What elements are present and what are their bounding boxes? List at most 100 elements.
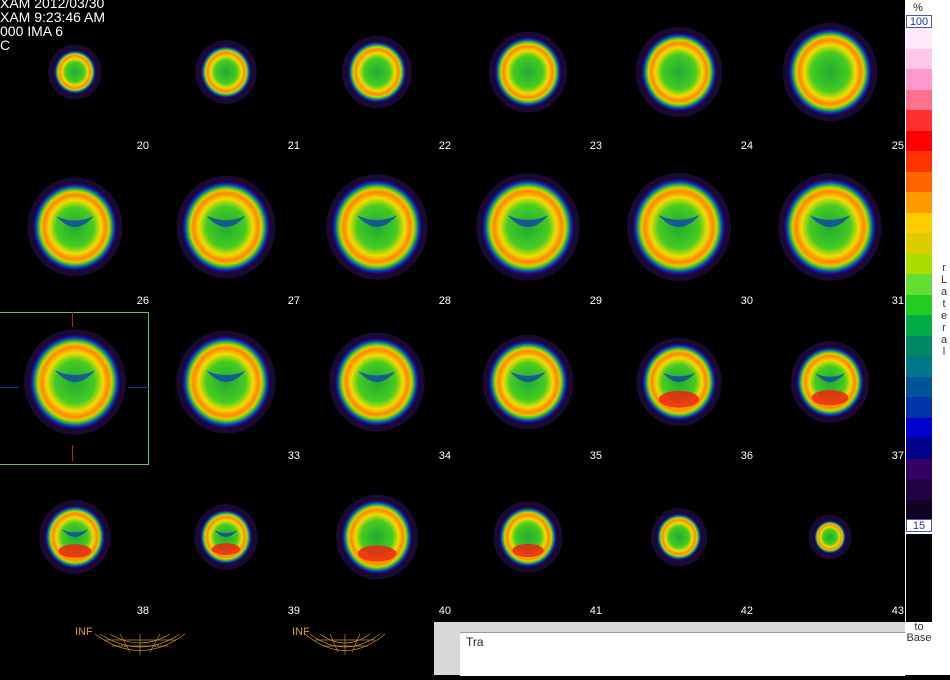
slice-cell[interactable]: 38 [0, 465, 151, 620]
brain-slice-image [176, 330, 276, 434]
slice-cell[interactable]: 25 [755, 0, 906, 155]
scale-swatch [906, 28, 932, 49]
slice-cell[interactable]: 41 [453, 465, 604, 620]
scale-swatch [906, 212, 932, 233]
slice-cell[interactable]: 40 [302, 465, 453, 620]
orientation-letter: L [940, 274, 948, 286]
scale-max-value[interactable]: 100 [906, 15, 932, 28]
slice-number: 39 [287, 605, 300, 617]
crosshair-marker [128, 387, 150, 388]
brain-slice-image [493, 501, 563, 573]
brain-slice-image [336, 494, 418, 580]
crosshair-marker [0, 387, 19, 388]
transverse-panel[interactable]: Tra [460, 632, 905, 676]
tra-label: Tra [466, 635, 484, 649]
slice-cell[interactable]: 27 [151, 155, 302, 310]
slice-cell[interactable]: 42 [604, 465, 755, 620]
slice-number: 28 [438, 295, 451, 307]
scale-swatch [906, 294, 932, 315]
brain-slice-image [329, 332, 425, 432]
slice-cell[interactable]: 29 [453, 155, 604, 310]
crosshair-marker [72, 312, 73, 327]
slice-cell[interactable] [0, 310, 151, 465]
brain-slice-image [778, 173, 882, 281]
slice-cell[interactable]: 35 [453, 310, 604, 465]
slice-number: 26 [136, 295, 149, 307]
scale-swatch [906, 69, 932, 90]
slice-number: 35 [589, 450, 602, 462]
slice-cell[interactable]: 22 [302, 0, 453, 155]
brain-slice-image [635, 27, 723, 117]
slice-number: 38 [136, 605, 149, 617]
scale-swatch [906, 376, 932, 397]
orientation-letter: a [940, 334, 948, 346]
slice-cell[interactable]: 33 [151, 310, 302, 465]
slice-number: 43 [891, 605, 904, 617]
slice-number: 34 [438, 450, 451, 462]
slice-cell[interactable]: 43 [755, 465, 906, 620]
3d-surface-view[interactable]: INF INF [0, 622, 434, 675]
slice-viewer[interactable]: XAM 2012/03/30 XAM 9:23:46 AM 000 IMA 6 … [0, 0, 905, 622]
slice-cell[interactable]: 30 [604, 155, 755, 310]
scale-swatch [906, 335, 932, 356]
slice-cell[interactable]: 31 [755, 155, 906, 310]
brain-slice-image [650, 507, 708, 567]
scale-swatch [906, 89, 932, 110]
slice-number: 31 [891, 295, 904, 307]
slice-cell[interactable]: 37 [755, 310, 906, 465]
slice-number: 36 [740, 450, 753, 462]
scale-swatch [906, 397, 932, 418]
slice-number: 25 [891, 140, 904, 152]
brain-slice-image [48, 44, 102, 100]
brain-slice-image [176, 175, 276, 279]
scale-swatch [906, 417, 932, 438]
slice-cell[interactable]: 36 [604, 310, 755, 465]
scale-swatch [906, 253, 932, 274]
scale-swatch [906, 48, 932, 69]
brain-slice-image [326, 174, 428, 280]
slice-cell[interactable]: 24 [604, 0, 755, 155]
slice-cell[interactable]: 20 [0, 0, 151, 155]
slice-cell[interactable]: 28 [302, 155, 453, 310]
scale-swatch [906, 356, 932, 377]
orientation-letter: l [942, 346, 946, 358]
slice-cell[interactable]: 23 [453, 0, 604, 155]
scale-swatch [906, 171, 932, 192]
scale-swatch [906, 315, 932, 336]
slice-cell[interactable]: 39 [151, 465, 302, 620]
scale-swatch [906, 130, 932, 151]
slice-number: 24 [740, 140, 753, 152]
slice-number: 37 [891, 450, 904, 462]
scale-swatch [906, 233, 932, 254]
brain-slice-image [790, 341, 870, 423]
slice-number: 20 [136, 140, 149, 152]
brain-slice-image [194, 504, 258, 570]
slice-number: 41 [589, 605, 602, 617]
orientation-bottom-label: to Base [906, 622, 932, 644]
base-label: Base [906, 632, 932, 644]
orientation-letter: e [940, 310, 948, 322]
slice-cell[interactable]: 21 [151, 0, 302, 155]
scale-lower-region [906, 534, 932, 622]
orientation-letter: t [942, 298, 946, 310]
scale-min-value[interactable]: 15 [906, 519, 932, 532]
brain-slice-image [39, 499, 111, 575]
slice-number: 23 [589, 140, 602, 152]
slice-cell[interactable]: 26 [0, 155, 151, 310]
color-scale-bar[interactable] [906, 28, 932, 520]
inf-label-right: INF [292, 626, 310, 638]
slice-number: 22 [438, 140, 451, 152]
brain-slice-image [342, 35, 412, 109]
slice-number: 21 [287, 140, 300, 152]
scale-swatch [906, 110, 932, 131]
slice-cell[interactable]: 34 [302, 310, 453, 465]
slice-number: 30 [740, 295, 753, 307]
slice-number: 33 [287, 450, 300, 462]
slice-number: 27 [287, 295, 300, 307]
selection-box[interactable] [0, 312, 149, 465]
brain-slice-image [27, 177, 123, 277]
scale-swatch [906, 274, 932, 295]
slice-number: 42 [740, 605, 753, 617]
slice-number: 29 [589, 295, 602, 307]
orientation-letter: a [940, 286, 948, 298]
